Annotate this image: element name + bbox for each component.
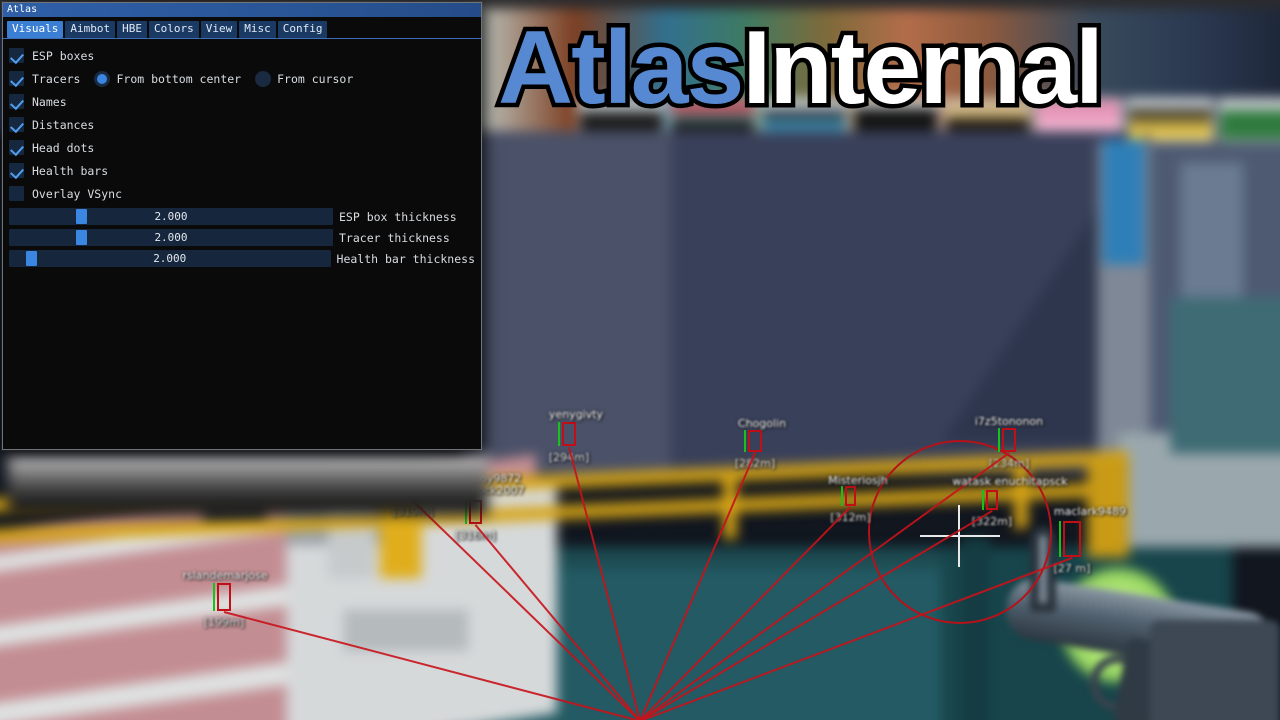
slider-label: ESP box thickness — [339, 209, 457, 224]
yellow-post-2 — [723, 476, 737, 539]
radio-label: From bottom center — [116, 71, 242, 86]
slider-label: Tracer thickness — [339, 230, 450, 245]
slider-tracer-thickness[interactable]: 2.000 — [9, 229, 333, 246]
checkbox-tracers[interactable] — [9, 71, 24, 86]
atlas-menu-window[interactable]: Atlas Visuals Aimbot HBE Colors View Misc Conf… — [2, 2, 482, 450]
checkbox-distances[interactable] — [9, 117, 24, 132]
slider-row: 2.000 Health bar thickness — [9, 249, 475, 268]
tab-bar[interactable]: Visuals Aimbot HBE Colors View Misc Config — [3, 17, 481, 39]
option-row: Overlay VSync — [9, 182, 475, 205]
checkbox-head-dots[interactable] — [9, 140, 24, 155]
screen: yenygivty [294m] Chogolin [282m] i7z5tononon… — [0, 0, 1280, 720]
slider-row: 2.000 ESP box thickness — [9, 207, 475, 226]
options-list: ESP boxes Tracers From bottom center From c… — [9, 44, 475, 205]
checkbox-label: Distances — [32, 117, 95, 132]
window-title: Atlas — [7, 4, 38, 15]
checkbox-health-bars[interactable] — [9, 163, 24, 178]
checkbox-overlay-vsync[interactable] — [9, 186, 24, 201]
overlay-title: AtlasInternal — [493, 12, 1108, 125]
option-row: Distances — [9, 113, 475, 136]
window-titlebar[interactable]: Atlas — [3, 3, 481, 17]
building-wall-left — [463, 131, 672, 475]
concrete-slab — [343, 609, 469, 652]
weapon-body — [1150, 620, 1280, 720]
slider-label: Health bar thickness — [336, 251, 475, 266]
option-row: ESP boxes — [9, 44, 475, 67]
slider-list: 2.000 ESP box thickness 2.000 Tracer thickn… — [9, 207, 475, 268]
window-drop-shadow — [8, 455, 488, 515]
tab-colors[interactable]: Colors — [148, 21, 199, 38]
tab-config[interactable]: Config — [277, 21, 328, 38]
tab-view[interactable]: View — [200, 21, 238, 38]
overlay-title-atlas: Atlas — [493, 10, 748, 126]
checkbox-label: Overlay VSync — [32, 186, 123, 201]
checkbox-names[interactable] — [9, 94, 24, 109]
teal-wall — [1170, 297, 1280, 454]
slider-value: 2.000 — [153, 252, 187, 265]
radio-from-cursor[interactable] — [255, 70, 272, 87]
tab-misc[interactable]: Misc — [239, 21, 276, 38]
slider-row: 2.000 Tracer thickness — [9, 228, 475, 247]
blue-panel — [1102, 139, 1145, 265]
checkbox-label: Head dots — [32, 140, 95, 155]
checkbox-label: Health bars — [32, 163, 109, 178]
weapon-sight — [1030, 526, 1056, 612]
slider-health-bar-thickness[interactable]: 2.000 — [9, 250, 331, 267]
slider-esp-box-thickness[interactable]: 2.000 — [9, 208, 333, 225]
radio-label: From cursor — [277, 71, 354, 86]
slider-value: 2.000 — [154, 210, 188, 223]
option-row: Health bars — [9, 159, 475, 182]
checkbox-label: Names — [32, 94, 67, 109]
weapon-viewmodel — [970, 500, 1280, 720]
checkbox-label: Tracers — [32, 71, 81, 86]
tab-aimbot[interactable]: Aimbot — [65, 21, 116, 38]
menu-body: ESP boxes Tracers From bottom center From c… — [3, 39, 481, 268]
checkbox-label: ESP boxes — [32, 48, 95, 63]
slider-value: 2.000 — [154, 231, 188, 244]
overlay-title-internal: Internal — [738, 10, 1109, 126]
option-row: Tracers From bottom center From cursor — [9, 67, 475, 90]
tab-visuals[interactable]: Visuals — [7, 21, 64, 38]
tab-hbe[interactable]: HBE — [117, 21, 147, 38]
checkbox-esp-boxes[interactable] — [9, 48, 24, 63]
option-row: Names — [9, 90, 475, 113]
option-row: Head dots — [9, 136, 475, 159]
radio-from-bottom-center[interactable] — [94, 70, 111, 87]
